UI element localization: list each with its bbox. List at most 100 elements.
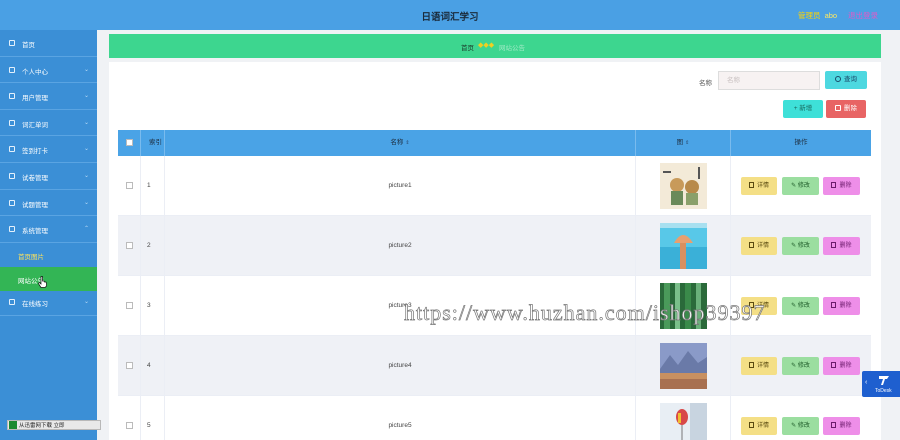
select-all-checkbox[interactable] [125,138,133,146]
sidebar-item-home[interactable]: 首页 [0,30,97,57]
search-button[interactable]: 查询 [825,71,867,89]
sidebar-item-exam-papers[interactable]: 试卷管理 ⌄ [0,163,97,190]
column-header-image[interactable]: 图 ⇕ [636,130,731,156]
sidebar-item-check-in[interactable]: 签到打卡 ⌄ [0,136,97,163]
column-header-actions: 操作 [794,139,808,146]
row-actions: 详情 ✎ 修改 删除 [731,336,871,396]
delete-label: 删除 [839,183,852,189]
sidebar: 首页 个人中心 ⌄ 用户管理 ⌄ 词汇单词 ⌄ 签到打卡 ⌄ 试卷管理 ⌄ 试题… [0,30,97,440]
user-icon [9,66,15,73]
row-checkbox[interactable] [125,361,133,369]
row-index: 1 [141,156,165,216]
row-select-cell [118,156,141,216]
sidebar-item-online-practice[interactable]: 在线练习 ⌄ [0,289,97,316]
search-input[interactable] [718,71,820,90]
row-index: 4 [141,336,165,396]
role-label: 管理员 [798,11,821,20]
delete-button[interactable]: 删除 [823,237,860,255]
sidebar-item-label: 用户管理 [22,95,48,103]
row-select-cell [118,276,141,336]
delete-button[interactable]: 删除 [823,177,860,195]
row-index: 2 [141,216,165,276]
trash-icon [831,182,837,188]
table-row: 1 picture1 详情 ✎ 修改 删除 [118,156,871,216]
sidebar-item-label: 试卷管理 [22,175,48,182]
edit-label: 修改 [797,423,810,429]
row-checkbox[interactable] [125,301,133,309]
edit-button[interactable]: ✎ 修改 [782,237,819,255]
pencil-icon: ✎ [791,363,798,369]
delete-button[interactable]: 删除 [823,417,860,435]
search-label: 名称 [699,80,712,87]
document-icon [9,173,15,179]
sidebar-item-label: 词汇单词 [22,121,48,129]
breadcrumb-home[interactable]: 首页 [461,42,474,52]
detail-button[interactable]: 详情 [741,357,777,375]
pencil-icon: ✎ [791,423,798,429]
sidebar-item-personal-center[interactable]: 个人中心 ⌄ [0,57,97,84]
delete-button[interactable]: 删除 [823,357,860,375]
delete-label: 删除 [839,363,852,369]
pencil-icon: ✎ [791,183,798,189]
edit-icon [9,299,15,305]
row-index: 3 [141,276,165,336]
detail-button[interactable]: 详情 [741,237,777,255]
row-select-cell [118,216,141,276]
select-all-cell [118,130,141,156]
delete-button[interactable]: 删除 [823,297,860,315]
edit-button[interactable]: ✎ 修改 [782,177,819,195]
chevron-down-icon: ⌄ [83,199,89,206]
sidebar-item-system[interactable]: 系统管理 ⌃ [0,216,97,243]
edit-button[interactable]: ✎ 修改 [782,417,819,435]
thumbnail-image [660,163,707,209]
row-checkbox[interactable] [125,421,133,429]
settings-icon [9,226,15,233]
row-image-cell [636,336,731,396]
data-table: 索引 名称 ⇕ 图 ⇕ 操作 1 picture1 详情 ✎ 修改 删除 2 pic… [118,130,871,440]
sidebar-item-questions[interactable]: 试题管理 ⌄ [0,190,97,217]
row-image-cell [636,396,731,440]
logout-link[interactable]: 退出登录 [848,10,878,21]
row-select-cell [118,396,141,440]
row-checkbox[interactable] [125,241,133,249]
detail-button[interactable]: 详情 [741,177,777,195]
taskbar-download[interactable]: 从迅雷网下载 立即 [7,420,101,430]
detail-label: 详情 [756,243,769,249]
row-image-cell [636,156,731,216]
table-row: 4 picture4 详情 ✎ 修改 删除 [118,336,871,396]
todesk-logo-icon [879,376,889,385]
sidebar-item-user-management[interactable]: 用户管理 ⌄ [0,83,97,110]
column-header-name-label: 名称 [390,139,404,146]
bulk-delete-button[interactable]: 删除 [826,100,866,118]
sidebar-subitem-announcements[interactable]: 网站公告 [0,266,97,291]
delete-label: 删除 [839,303,852,309]
detail-button[interactable]: 详情 [741,417,777,435]
top-header: 日语词汇学习 管理员 abo 退出登录 [0,0,900,30]
row-checkbox[interactable] [125,181,133,189]
thumbnail-image [660,403,707,440]
row-name: picture1 [165,156,636,216]
trash-icon [831,242,837,248]
table-row: 5 picture5 详情 ✎ 修改 删除 [118,396,871,440]
todesk-widget[interactable]: ‹ ToDesk [862,371,900,397]
chevron-down-icon: ⌄ [83,119,89,126]
edit-button[interactable]: ✎ 修改 [782,357,819,375]
add-button[interactable]: + 新增 [783,100,823,118]
sidebar-subitem-home-images[interactable]: 首页图片 [0,243,97,267]
detail-label: 详情 [756,183,769,189]
chevron-down-icon: ⌄ [83,146,89,153]
users-icon [9,93,15,100]
sort-icon: ⇕ [405,140,410,146]
sidebar-item-label: 系统管理 [22,228,48,236]
row-index: 5 [141,396,165,440]
sidebar-item-vocabulary[interactable]: 词汇单词 ⌄ [0,110,97,137]
column-header-name[interactable]: 名称 ⇕ [165,130,636,156]
edit-label: 修改 [797,363,810,369]
calendar-icon [9,146,15,153]
user-info: 管理员 abo [798,10,837,21]
edit-label: 修改 [797,183,810,189]
column-header-image-label: 图 [676,139,684,146]
edit-button[interactable]: ✎ 修改 [782,297,819,315]
table-row: 2 picture2 详情 ✎ 修改 删除 [118,216,871,276]
document-icon [748,182,754,188]
